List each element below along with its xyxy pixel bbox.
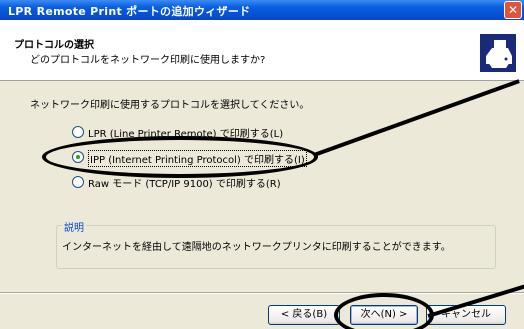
radio-label-raw: Raw モード (TCP/IP 9100) で印刷する(R) xyxy=(88,179,281,190)
radio-label-lpr: LPR (Line Printer Remote) で印刷する(L) xyxy=(88,129,284,140)
close-button[interactable]: ✕ xyxy=(504,1,522,19)
page-title: プロトコルの選択 xyxy=(14,40,94,51)
radio-label-ipp: IPP (Internet Printing Protocol) で印刷する(I… xyxy=(88,150,307,167)
title-bar[interactable]: LPR Remote Print ポートの追加ウィザード ✕ xyxy=(0,0,524,20)
radio-button-raw[interactable] xyxy=(72,176,84,188)
wizard-header: プロトコルの選択 どのプロトコルをネットワーク印刷に使用しますか? xyxy=(0,20,524,81)
close-icon: ✕ xyxy=(507,3,519,17)
radio-button-ipp[interactable] xyxy=(72,151,84,163)
radio-selected-dot xyxy=(76,155,80,159)
instruction-text: ネットワーク印刷に使用するプロトコルを選択してください。 xyxy=(30,100,310,111)
wizard-body: ネットワーク印刷に使用するプロトコルを選択してください。 LPR (Line P… xyxy=(0,81,524,291)
description-text: インターネットを経由して遠隔地のネットワークプリンタに印刷することができます。 xyxy=(62,242,451,253)
window-title: LPR Remote Print ポートの追加ウィザード xyxy=(8,5,251,18)
wizard-window: LPR Remote Print ポートの追加ウィザード ✕ プロトコルの選択 … xyxy=(0,0,524,329)
description-legend: 説明 xyxy=(62,219,86,234)
radio-button-lpr[interactable] xyxy=(72,126,84,138)
next-button[interactable]: 次へ(N) > xyxy=(350,305,418,325)
printer-wizard-icon xyxy=(480,34,516,72)
page-subtitle: どのプロトコルをネットワーク印刷に使用しますか? xyxy=(30,55,266,66)
back-button[interactable]: < 戻る(B) xyxy=(268,305,340,325)
footer-divider xyxy=(0,292,524,294)
cancel-button[interactable]: キャンセル xyxy=(426,305,506,325)
